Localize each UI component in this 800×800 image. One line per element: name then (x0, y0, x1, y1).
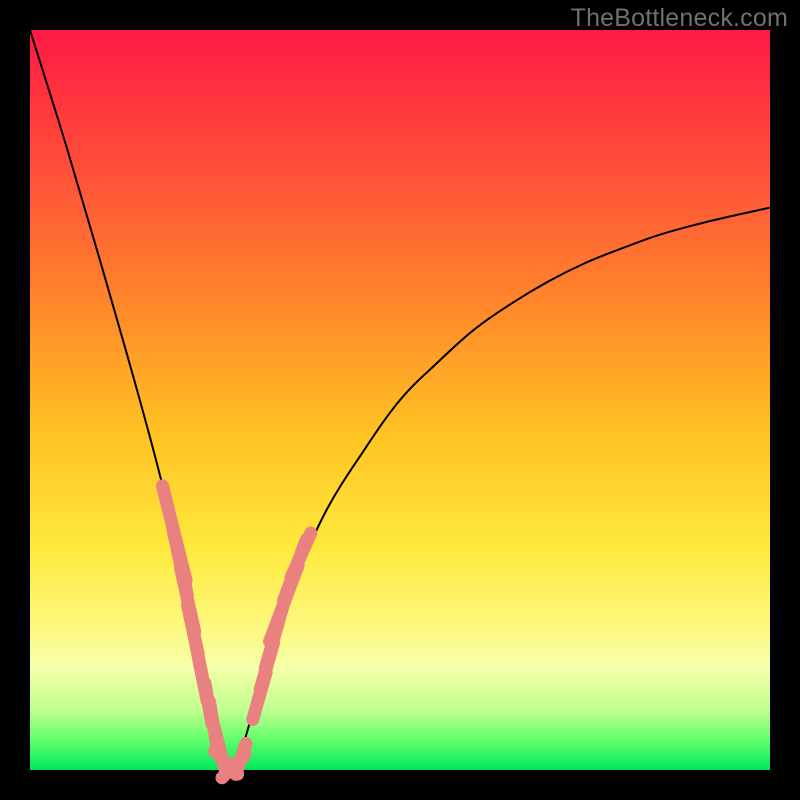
plot-svg (30, 30, 770, 770)
plot-area (30, 30, 770, 770)
watermark-text: TheBottleneck.com (571, 4, 788, 33)
chart-frame: TheBottleneck.com (0, 0, 800, 800)
bottleneck-curve (30, 30, 770, 770)
curve-marker (291, 533, 311, 578)
curve-layer (30, 30, 770, 770)
curve-marker (236, 743, 246, 774)
marker-layer (162, 486, 310, 778)
